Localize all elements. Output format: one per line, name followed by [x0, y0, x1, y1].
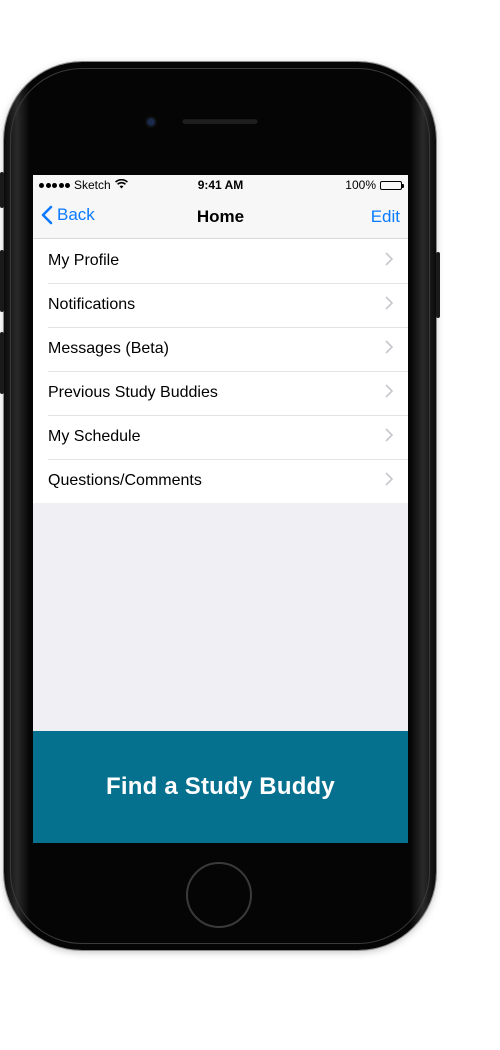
menu-item-previous-study-buddies[interactable]: Previous Study Buddies [33, 371, 408, 415]
menu-item-messages[interactable]: Messages (Beta) [33, 327, 408, 371]
menu-item-notifications[interactable]: Notifications [33, 283, 408, 327]
status-bar-right: 100% [345, 178, 404, 192]
menu-item-label: Messages (Beta) [48, 340, 169, 357]
menu-item-label: Previous Study Buddies [48, 384, 218, 401]
earpiece-speaker [182, 118, 258, 124]
home-button[interactable] [186, 862, 252, 928]
menu-item-my-schedule[interactable]: My Schedule [33, 415, 408, 459]
front-camera [145, 116, 157, 128]
menu-item-questions-comments[interactable]: Questions/Comments [33, 459, 408, 503]
find-study-buddy-label: Find a Study Buddy [106, 773, 335, 800]
chevron-right-icon [385, 340, 393, 354]
battery-icon [380, 180, 404, 190]
volume-up-button [0, 250, 4, 312]
menu-item-my-profile[interactable]: My Profile [33, 239, 408, 283]
navigation-bar: Back Home Edit [33, 195, 408, 239]
chevron-right-icon [385, 252, 393, 266]
edit-button[interactable]: Edit [371, 207, 400, 227]
chevron-right-icon [385, 472, 393, 486]
menu-item-label: Questions/Comments [48, 472, 202, 489]
settings-menu: My Profile Notifications Messages (Beta)… [33, 239, 408, 503]
menu-item-label: My Profile [48, 252, 120, 269]
menu-item-label: Notifications [48, 296, 136, 313]
menu-item-label: My Schedule [48, 428, 141, 445]
page-title: Home [196, 207, 245, 226]
power-button [436, 252, 440, 318]
mute-switch [0, 172, 4, 208]
chevron-right-icon [385, 428, 393, 442]
chevron-right-icon [385, 384, 393, 398]
volume-down-button [0, 332, 4, 394]
screen: Sketch 9:41 AM 100% Back Home Edit My Pr… [33, 175, 408, 843]
status-bar: Sketch 9:41 AM 100% [33, 175, 408, 195]
battery-percent: 100% [345, 178, 376, 192]
find-study-buddy-button[interactable]: Find a Study Buddy [33, 731, 408, 843]
chevron-right-icon [385, 296, 393, 310]
